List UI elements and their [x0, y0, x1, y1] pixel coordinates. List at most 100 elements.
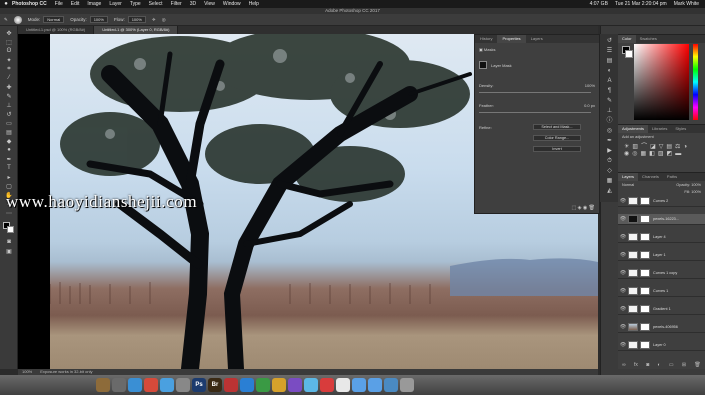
layer-thumbnail[interactable]	[628, 233, 638, 241]
layer-name[interactable]: Curves 2	[653, 199, 668, 203]
layer-name[interactable]: Curves 1 copy	[653, 271, 677, 275]
layer-row[interactable]: 👁 Curves 1 copy	[618, 268, 705, 279]
dock-app-icon[interactable]: Ps	[192, 378, 206, 392]
menu-3d[interactable]: 3D	[190, 1, 196, 7]
menu-type[interactable]: Type	[130, 1, 141, 7]
paragraph-panel-icon[interactable]: ¶	[605, 88, 614, 95]
safari-icon[interactable]	[128, 378, 142, 392]
visibility-eye-icon[interactable]: 👁	[618, 270, 628, 276]
adjustments-panel-icon[interactable]: ◐	[605, 68, 614, 75]
visibility-eye-icon[interactable]: 👁	[618, 288, 628, 294]
menu-layer[interactable]: Layer	[109, 1, 122, 7]
density-slider[interactable]	[479, 92, 591, 93]
layer-thumbnail[interactable]	[628, 251, 638, 259]
hue-slider[interactable]	[693, 44, 698, 120]
photo-filter-icon[interactable]: ◉	[624, 151, 632, 157]
dodge-tool-icon[interactable]: ●	[4, 146, 14, 154]
shape-tool-icon[interactable]: ▢	[4, 182, 14, 190]
invert-button[interactable]: Invert	[533, 146, 581, 152]
layer-row[interactable]: 👁 pexels-16223...	[618, 214, 705, 225]
menu-filter[interactable]: Filter	[171, 1, 182, 7]
menu-window[interactable]: Window	[223, 1, 241, 7]
tab-color[interactable]: Color	[618, 35, 636, 43]
visibility-eye-icon[interactable]: 👁	[618, 198, 628, 204]
visibility-eye-icon[interactable]: 👁	[618, 216, 628, 222]
pressure-icon[interactable]: ◎	[162, 17, 166, 23]
disable-mask-icon[interactable]: ◉	[583, 205, 587, 211]
document-tab-2[interactable]: Untitled-1 @ 300% (Layer 0, RGB/8#)	[94, 26, 179, 34]
feather-slider[interactable]	[479, 112, 591, 113]
new-adjustment-icon[interactable]: ◐	[658, 362, 661, 369]
visibility-eye-icon[interactable]: 👁	[618, 342, 628, 348]
feather-value[interactable]: 0.0 px	[584, 103, 595, 108]
clock[interactable]: Tue 21 Mar 2:20:04 pm	[615, 1, 667, 7]
layer-name[interactable]: Curves 1	[653, 289, 668, 293]
timeline-panel-icon[interactable]: ⏱	[605, 158, 614, 165]
downloads-folder-icon[interactable]	[368, 378, 382, 392]
dock-app-icon[interactable]	[240, 378, 254, 392]
swatches-panel-icon[interactable]: ▦	[605, 178, 614, 185]
color-range-button[interactable]: Color Range...	[533, 135, 581, 141]
menu-edit[interactable]: Edit	[71, 1, 80, 7]
visibility-eye-icon[interactable]: 👁	[618, 306, 628, 312]
eraser-tool-icon[interactable]: ▭	[4, 119, 14, 127]
menu-help[interactable]: Help	[249, 1, 259, 7]
layer-name[interactable]: pexels-406956	[653, 325, 678, 329]
tab-paths[interactable]: Paths	[663, 173, 681, 181]
notes-icon[interactable]	[336, 378, 350, 392]
dock-app-icon[interactable]	[304, 378, 318, 392]
layer-name[interactable]: pexels-16223...	[653, 217, 679, 221]
layer-name[interactable]: Gradient 1	[653, 307, 671, 311]
layer-mask-thumbnail[interactable]	[640, 215, 650, 223]
tab-layers-mini[interactable]: Layers	[526, 35, 548, 43]
channel-mixer-icon[interactable]: ◎	[632, 151, 640, 157]
layer-thumbnail[interactable]	[628, 341, 638, 349]
document-tab-1[interactable]: Untitled-1.psd @ 100% (RGB/8#)	[18, 26, 95, 34]
apply-mask-icon[interactable]: ◈	[578, 205, 582, 211]
background-color-chip[interactable]	[625, 50, 633, 58]
quick-select-tool-icon[interactable]: ✦	[4, 56, 14, 64]
layer-row[interactable]: 👁 Layer 1	[618, 250, 705, 261]
posterize-icon[interactable]: ▨	[658, 151, 667, 157]
lasso-tool-icon[interactable]: ʘ	[4, 47, 14, 55]
properties-panel-icon[interactable]: ☰	[605, 48, 614, 55]
layer-mask-thumbnail[interactable]	[640, 341, 650, 349]
info-panel-icon[interactable]: ⓘ	[605, 118, 614, 125]
layer-thumbnail[interactable]	[628, 269, 638, 277]
visibility-eye-icon[interactable]: 👁	[618, 252, 628, 258]
layer-name[interactable]: Layer 0	[653, 343, 666, 347]
crop-tool-icon[interactable]: ⌗	[4, 65, 14, 73]
actions-panel-icon[interactable]: ▶	[605, 148, 614, 155]
menu-select[interactable]: Select	[149, 1, 163, 7]
healing-tool-icon[interactable]: ✚	[4, 83, 14, 91]
background-color-swatch[interactable]	[7, 226, 14, 233]
documents-folder-icon[interactable]	[384, 378, 398, 392]
flow-input[interactable]: 100%	[127, 16, 146, 23]
quick-mask-icon[interactable]: ◙	[4, 238, 14, 246]
styles-panel-icon[interactable]: ◭	[605, 188, 614, 195]
color-lookup-icon[interactable]: ▦	[641, 151, 650, 157]
blur-tool-icon[interactable]: ◆	[4, 137, 14, 145]
layer-row[interactable]: 👁 Curves 1	[618, 286, 705, 297]
dock-app-icon[interactable]	[224, 378, 238, 392]
dock-app-icon[interactable]: Br	[208, 378, 222, 392]
path-select-tool-icon[interactable]: ▸	[4, 173, 14, 181]
launchpad-icon[interactable]	[112, 378, 126, 392]
invert-icon[interactable]: ◧	[649, 151, 658, 157]
layer-name[interactable]: Layer 1	[653, 253, 666, 257]
tab-swatches[interactable]: Swatches	[636, 35, 661, 43]
brush-preset-picker[interactable]	[13, 15, 22, 24]
layer-row[interactable]: 👁 Layer 4	[618, 232, 705, 243]
layer-mask-thumbnail[interactable]	[640, 287, 650, 295]
apple-icon[interactable]: ●	[0, 1, 12, 7]
layer-thumbnail[interactable]	[628, 197, 638, 205]
layer-thumbnail[interactable]	[628, 323, 638, 331]
select-and-mask-button[interactable]: Select and Mask...	[533, 124, 581, 130]
new-group-icon[interactable]: ▭	[669, 362, 674, 369]
layer-thumbnail[interactable]	[628, 215, 638, 223]
layer-mask-thumbnail[interactable]	[640, 197, 650, 205]
clone-source-panel-icon[interactable]: ⊥	[605, 108, 614, 115]
channels-panel-icon[interactable]: ◎	[605, 128, 614, 135]
layer-thumbnail[interactable]	[628, 287, 638, 295]
layer-mask-thumbnail[interactable]	[640, 233, 650, 241]
